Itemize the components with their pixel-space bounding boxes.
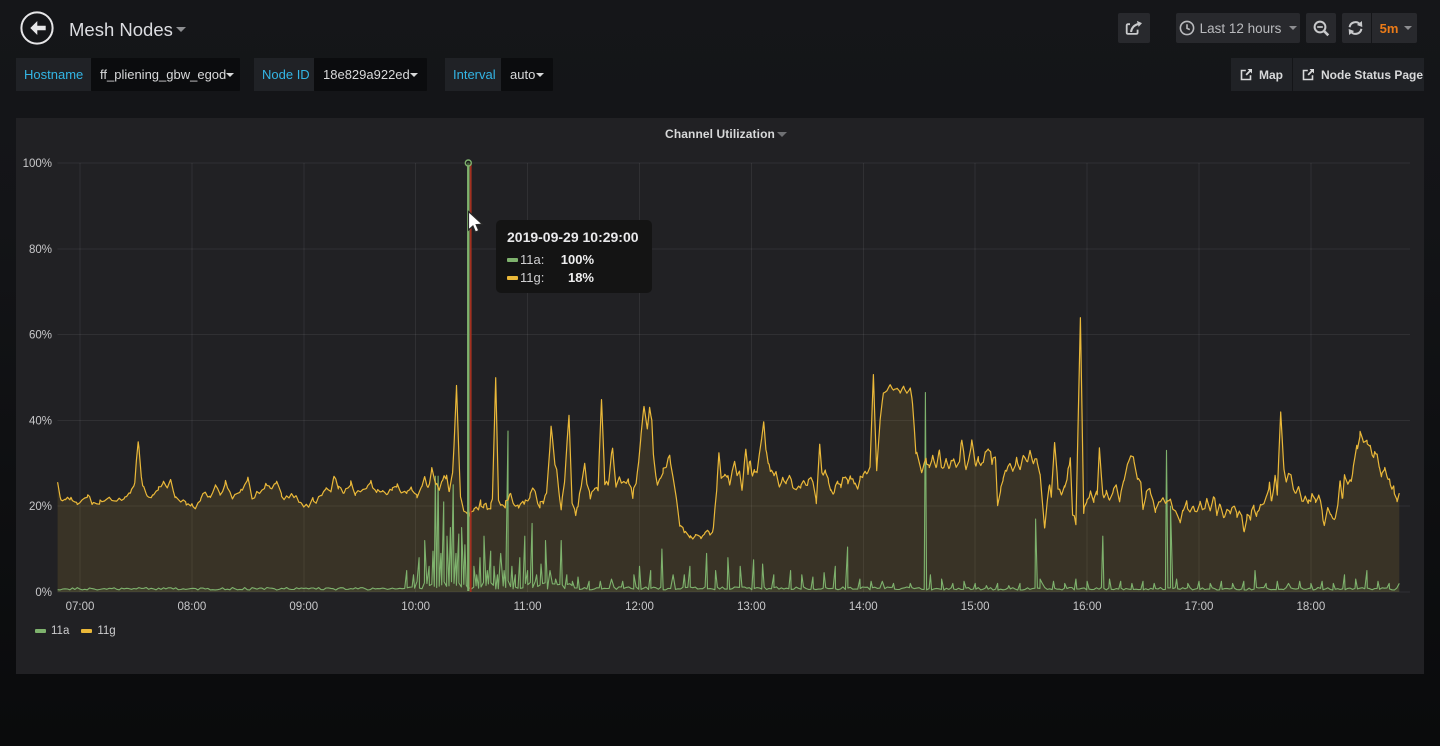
svg-text:40%: 40% xyxy=(29,415,52,427)
svg-text:20%: 20% xyxy=(29,501,52,513)
svg-text:16:00: 16:00 xyxy=(1073,601,1102,613)
svg-text:12:00: 12:00 xyxy=(625,601,654,613)
svg-text:13:00: 13:00 xyxy=(737,601,766,613)
svg-text:100%: 100% xyxy=(23,158,52,170)
svg-text:80%: 80% xyxy=(29,244,52,256)
svg-text:60%: 60% xyxy=(29,330,52,342)
svg-text:18:00: 18:00 xyxy=(1297,601,1326,613)
svg-text:15:00: 15:00 xyxy=(961,601,990,613)
svg-text:10:00: 10:00 xyxy=(401,601,430,613)
svg-text:09:00: 09:00 xyxy=(289,601,318,613)
svg-text:07:00: 07:00 xyxy=(66,601,95,613)
svg-text:0%: 0% xyxy=(35,587,52,599)
svg-text:17:00: 17:00 xyxy=(1185,601,1214,613)
svg-text:11:00: 11:00 xyxy=(514,601,542,613)
svg-text:08:00: 08:00 xyxy=(178,601,207,613)
svg-text:14:00: 14:00 xyxy=(849,601,878,613)
